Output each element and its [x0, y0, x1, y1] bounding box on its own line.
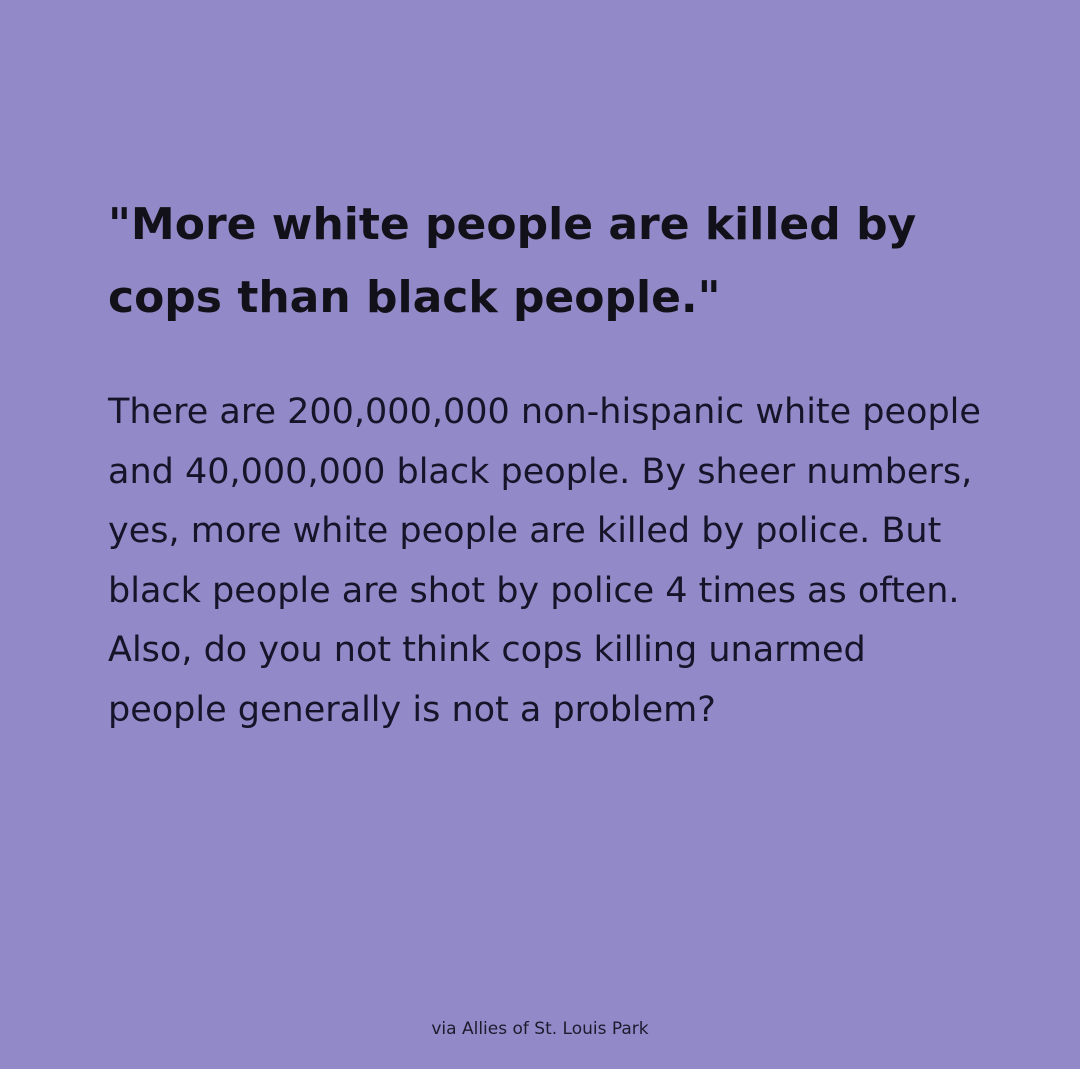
- response-paragraph: There are 200,000,000 non-hispanic white…: [108, 392, 981, 730]
- headline-quote: "More white people are killed by cops th…: [108, 199, 917, 323]
- source-credit: via Allies of St. Louis Park: [431, 1019, 649, 1039]
- quote-card: "More white people are killed by cops th…: [0, 0, 1080, 1069]
